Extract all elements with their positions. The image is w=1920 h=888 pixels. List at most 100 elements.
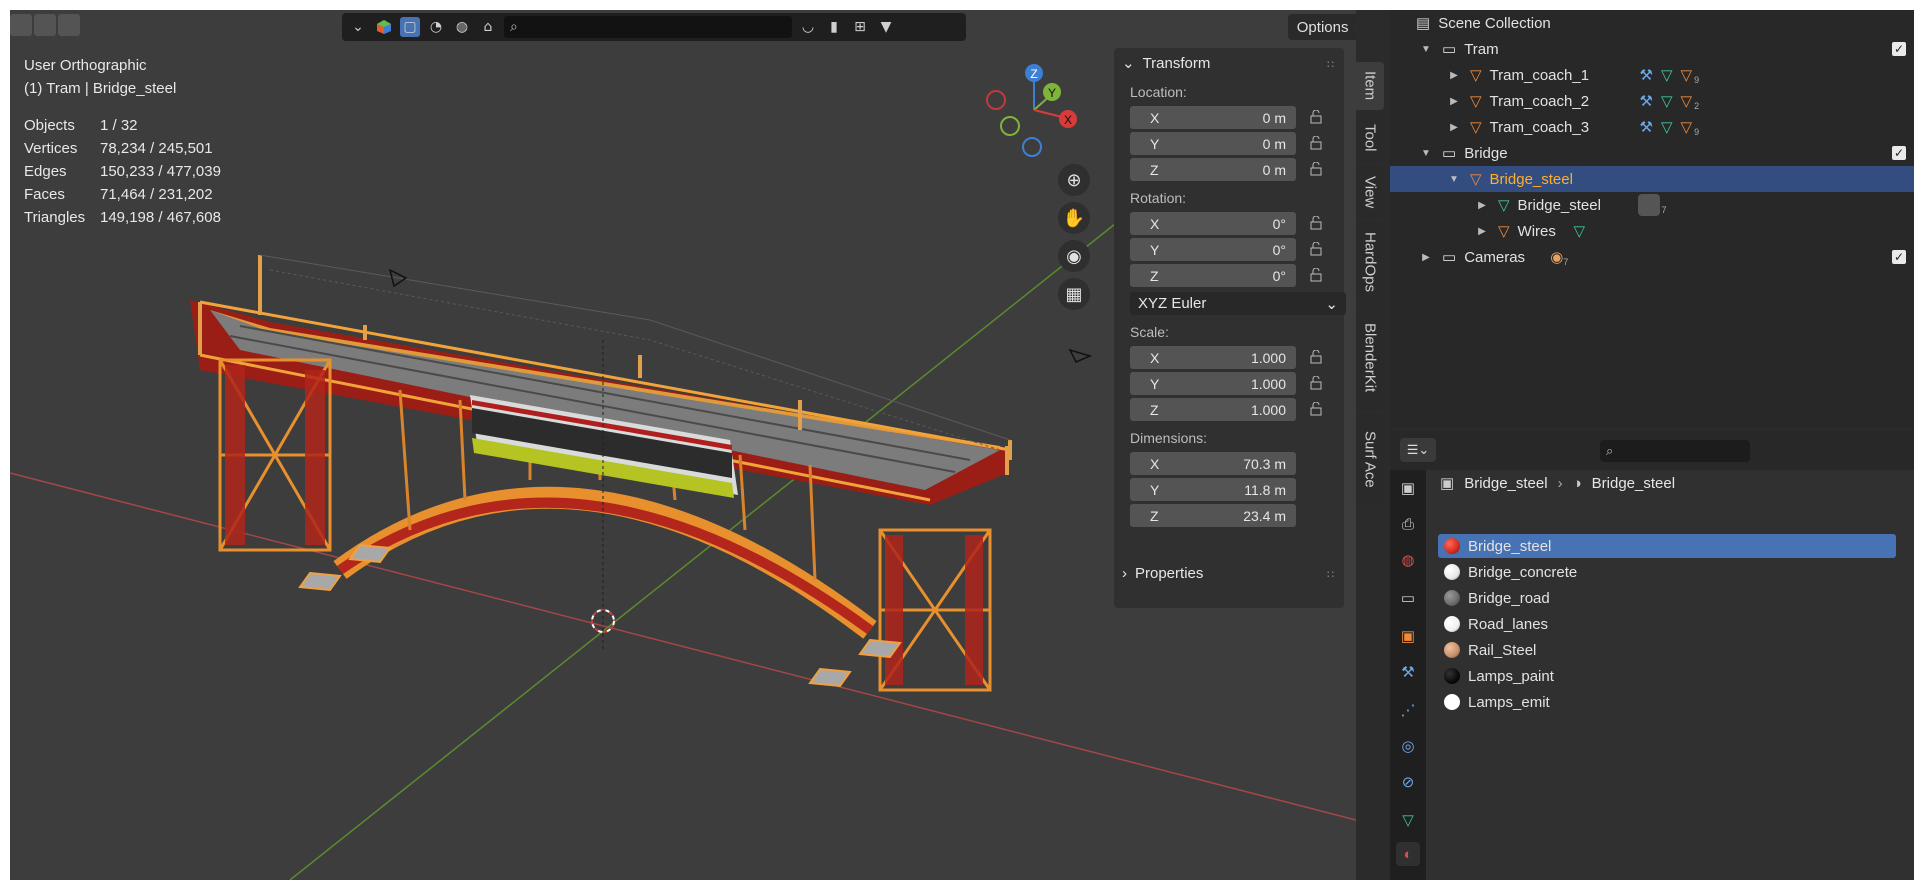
axis-label: X xyxy=(1150,349,1160,366)
drag-handle-icon[interactable]: ∷ xyxy=(1327,568,1334,581)
exclude-checkbox[interactable]: ✓ xyxy=(1892,250,1906,264)
collection-icon[interactable]: ▭ xyxy=(1396,586,1420,610)
lock-icon[interactable] xyxy=(1310,242,1326,256)
output-icon[interactable]: ⎙ xyxy=(1396,512,1420,536)
globe-icon[interactable]: ◍ xyxy=(452,17,472,37)
render-icon[interactable]: ▣ xyxy=(1396,476,1420,500)
outliner-row-cameras[interactable]: ▶ ▭ Cameras ◉ 7 ✓ xyxy=(1390,244,1914,270)
lock-icon[interactable] xyxy=(1310,136,1326,150)
rotation-z-field[interactable]: Z 0° xyxy=(1130,264,1296,287)
expand-arrow-icon[interactable]: ▶ xyxy=(1476,226,1488,237)
viewport-search-input[interactable]: ⌕ xyxy=(504,16,792,38)
lock-icon[interactable] xyxy=(1310,402,1326,416)
outliner-scene-collection[interactable]: ▤ Scene Collection xyxy=(1390,10,1914,36)
transform-panel-header[interactable]: ⌄ Transform xyxy=(1122,52,1210,74)
blender-window: Z Y X ⌄ ▢ ◔ ◍ ⌂ ⌕ ◡ ▮ ⊞ ▼ Options ⌄ User… xyxy=(10,10,1914,880)
hand-pan-icon[interactable]: ✋ xyxy=(1058,202,1090,234)
lock-icon[interactable] xyxy=(1310,350,1326,364)
brush-icon[interactable]: ⌂ xyxy=(478,17,498,37)
particles-icon[interactable]: ⋰ xyxy=(1396,698,1420,722)
object-icon[interactable]: ▣ xyxy=(1396,624,1420,648)
lock-icon[interactable] xyxy=(1310,162,1326,176)
constraints-icon[interactable]: ⊘ xyxy=(1396,770,1420,794)
exclude-checkbox[interactable]: ✓ xyxy=(1892,42,1906,56)
lock-icon[interactable] xyxy=(1310,268,1326,282)
lock-icon[interactable] xyxy=(1310,110,1326,124)
wrench-icon[interactable]: ⚒ xyxy=(1396,660,1420,684)
select-new-button[interactable] xyxy=(10,14,32,36)
rotation-y-field[interactable]: Y 0° xyxy=(1130,238,1296,261)
material-slot-row[interactable]: Lamps_paint xyxy=(1438,664,1896,688)
tab-surf-ace[interactable]: Surf Ace xyxy=(1356,414,1384,504)
funnel-icon[interactable]: ▼ xyxy=(876,17,896,37)
dimensions-y-field[interactable]: Y 11.8 m xyxy=(1130,478,1296,501)
outliner-row-tram-coach-3[interactable]: ▶ ▽ Tram_coach_3 ⚒ ▽ ▽ 9 xyxy=(1390,114,1914,140)
select-extend-button[interactable] xyxy=(34,14,56,36)
tab-blenderkit[interactable]: BlenderKit xyxy=(1356,306,1384,410)
scale-y-field[interactable]: Y 1.000 xyxy=(1130,372,1296,395)
bookmark-icon[interactable]: ▮ xyxy=(824,17,844,37)
material-slot-row[interactable]: Bridge_steel xyxy=(1438,534,1896,558)
material-tab-icon[interactable]: ◐ xyxy=(1396,842,1420,866)
outliner-row-wires[interactable]: ▶ ▽ Wires ▽ xyxy=(1390,218,1914,244)
expand-arrow-icon[interactable]: ▶ xyxy=(1420,252,1432,263)
mesh-data-icon[interactable]: ▽ xyxy=(1396,808,1420,832)
material-slot-row[interactable]: Bridge_concrete xyxy=(1438,560,1896,584)
expand-arrow-icon[interactable]: ▼ xyxy=(1420,44,1432,55)
material-icon: ▽ xyxy=(1680,119,1693,136)
select-mode-buttons[interactable] xyxy=(10,14,80,36)
tab-tool[interactable]: Tool xyxy=(1356,114,1384,162)
select-subtract-button[interactable] xyxy=(58,14,80,36)
material-slot-row[interactable]: Bridge_road xyxy=(1438,586,1896,610)
lock-icon[interactable] xyxy=(1310,216,1326,230)
dimensions-z-field[interactable]: Z 23.4 m xyxy=(1130,504,1296,527)
outliner-row-bridge-steel-mesh[interactable]: ▶ ▽ Bridge_steel 7 xyxy=(1390,192,1914,218)
rotation-label: Rotation: xyxy=(1130,190,1187,206)
selectable-icon[interactable]: ▢ xyxy=(400,17,420,37)
expand-arrow-icon[interactable]: ▶ xyxy=(1448,96,1460,107)
zoom-icon[interactable]: ⊕ xyxy=(1058,164,1090,196)
location-z-field[interactable]: Z 0 m xyxy=(1130,158,1296,181)
outliner-row-tram-coach-2[interactable]: ▶ ▽ Tram_coach_2 ⚒ ▽ ▽ 2 xyxy=(1390,88,1914,114)
outliner-row-bridge[interactable]: ▼ ▭ Bridge ✓ xyxy=(1390,140,1914,166)
scale-z-field[interactable]: Z 1.000 xyxy=(1130,398,1296,421)
filter-toggle-icon[interactable]: ◡ xyxy=(798,17,818,37)
tab-view[interactable]: View xyxy=(1356,166,1384,218)
expand-arrow-icon[interactable]: ▶ xyxy=(1448,70,1460,81)
tab-item[interactable]: Item xyxy=(1356,62,1384,110)
dimensions-x-field[interactable]: X 70.3 m xyxy=(1130,452,1296,475)
expand-arrow-icon[interactable]: ▼ xyxy=(1448,174,1460,185)
view-context: (1) Tram | Bridge_steel xyxy=(24,80,177,97)
scale-x-field[interactable]: X 1.000 xyxy=(1130,346,1296,369)
material-slot-row[interactable]: Lamps_emit xyxy=(1438,690,1896,714)
rotation-mode-select[interactable]: XYZ Euler ⌄ xyxy=(1130,292,1346,315)
physics-icon[interactable]: ◎ xyxy=(1396,734,1420,758)
expand-arrow-icon[interactable]: ▶ xyxy=(1448,122,1460,133)
outliner-row-tram-coach-1[interactable]: ▶ ▽ Tram_coach_1 ⚒ ▽ ▽ 9 xyxy=(1390,62,1914,88)
properties-search-input[interactable]: ⌕ xyxy=(1600,440,1750,462)
outliner-row-bridge-steel[interactable]: ▼ ▽ Bridge_steel xyxy=(1390,166,1914,192)
rotation-x-field[interactable]: X 0° xyxy=(1130,212,1296,235)
world-icon[interactable]: ◍ xyxy=(1396,548,1420,572)
material-slot-row[interactable]: Rail_Steel xyxy=(1438,638,1896,662)
lock-icon[interactable] xyxy=(1310,376,1326,390)
location-x-field[interactable]: X 0 m xyxy=(1130,106,1296,129)
hierarchy-icon[interactable]: ⊞ xyxy=(850,17,870,37)
outliner-row-tram[interactable]: ▼ ▭ Tram ✓ xyxy=(1390,36,1914,62)
expand-arrow-icon[interactable]: ▼ xyxy=(1420,148,1432,159)
camera-view-icon[interactable]: ◉ xyxy=(1058,240,1090,272)
shading-icon[interactable]: ◔ xyxy=(426,17,446,37)
grid-ortho-icon[interactable]: ▦ xyxy=(1058,278,1090,310)
options-button[interactable]: Options ⌄ xyxy=(1288,14,1356,40)
properties-panel-header[interactable]: › Properties xyxy=(1122,562,1203,584)
object-types-icon[interactable] xyxy=(374,17,394,37)
tab-hardops[interactable]: HardOps xyxy=(1356,222,1384,302)
expand-arrow-icon[interactable]: ▶ xyxy=(1476,200,1488,211)
material-slot-row[interactable]: Road_lanes xyxy=(1438,612,1896,636)
exclude-checkbox[interactable]: ✓ xyxy=(1892,146,1906,160)
location-y-field[interactable]: Y 0 m xyxy=(1130,132,1296,155)
drag-handle-icon[interactable]: ∷ xyxy=(1327,58,1334,71)
editor-type-icon[interactable]: ☰⌄ xyxy=(1400,438,1436,462)
axis-label: Y xyxy=(1150,241,1160,258)
chevron-down-icon[interactable]: ⌄ xyxy=(348,17,368,37)
